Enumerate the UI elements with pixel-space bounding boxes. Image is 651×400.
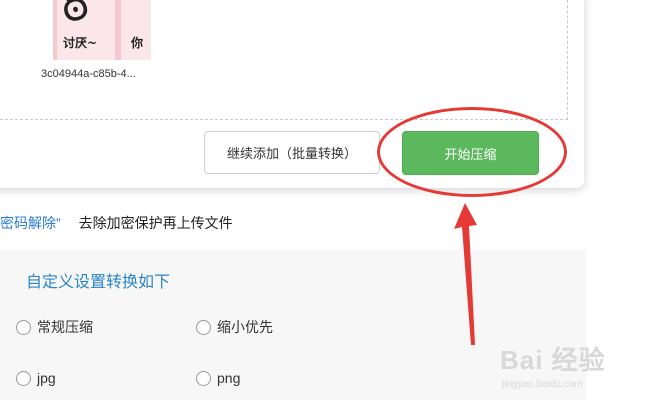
radio-icon[interactable] [196, 319, 211, 335]
password-note-text: 去除加密保护再上传文件 [78, 215, 233, 231]
password-removal-link[interactable]: 密码解除” [0, 215, 61, 231]
file-thumbnail[interactable]: ఠ 讨厌~ 你 [53, 0, 151, 60]
password-note: 密码解除” 去除加密保护再上传文件 [0, 213, 233, 233]
radio-icon[interactable] [16, 370, 31, 386]
option-size-priority[interactable]: 缩小优先 [196, 317, 273, 337]
thumbnail-caption-left: 讨厌~ [63, 36, 98, 50]
thumbnail-panel-right [121, 0, 151, 60]
file-dropzone[interactable]: ఠ 讨厌~ 你 3c04944a-c85b-4... [0, 0, 568, 120]
thumbnail-caption-right: 你 [131, 36, 144, 50]
radio-icon[interactable] [16, 319, 31, 335]
file-name: 3c04944a-c85b-4... [41, 68, 136, 80]
option-label: 常规压缩 [37, 319, 93, 335]
option-label: png [217, 370, 241, 386]
settings-panel: 自定义设置转换如下 常规压缩 缩小优先 jpg png [0, 250, 586, 400]
settings-title: 自定义设置转换如下 [26, 274, 171, 291]
baidu-watermark: Bai 经验 jingyan.baidu.com [500, 340, 650, 400]
option-label: 缩小优先 [217, 319, 273, 335]
option-label: jpg [37, 370, 56, 386]
add-more-button[interactable]: 继续添加（批量转换） [204, 131, 380, 174]
option-normal-compress[interactable]: 常规压缩 [16, 317, 93, 337]
radio-icon[interactable] [196, 370, 211, 386]
option-jpg[interactable]: jpg [16, 370, 56, 386]
highlight-circle [377, 107, 567, 197]
watermark-url: jingyan.baidu.com [502, 379, 583, 390]
red-arrow-icon [454, 203, 477, 345]
watermark-brand: Bai 经验 [500, 345, 606, 375]
option-png[interactable]: png [196, 370, 240, 386]
